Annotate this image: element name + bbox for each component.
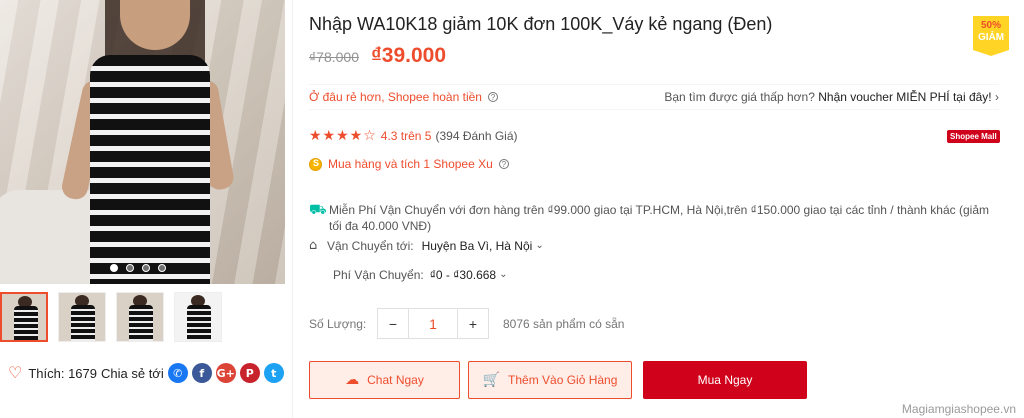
refund-text: Ở đâu rẻ hơn, Shopee hoàn tiền	[309, 90, 482, 104]
discount-percent: 50%	[980, 20, 1001, 31]
share-label: Chia sẻ tới	[101, 365, 164, 381]
social-bar: ♡ Thích: 1679 Chia sẻ tới ✆ f G+ P t	[0, 356, 290, 390]
like-button[interactable]: ♡ Thích: 1679	[0, 356, 97, 390]
rating-score: 4.3 trên 5	[380, 129, 432, 143]
product-title: Nhập WA10K18 giảm 10K đơn 100K_Váy kẻ ng…	[309, 14, 773, 34]
decrease-quantity-button[interactable]: −	[378, 309, 408, 338]
facebook-icon[interactable]: f	[191, 363, 212, 383]
carousel-dots	[110, 264, 166, 272]
chevron-right-icon: ›	[995, 90, 999, 104]
carousel-dot[interactable]	[158, 264, 166, 272]
heart-icon: ♡	[8, 365, 23, 382]
carousel-dot[interactable]	[126, 264, 134, 272]
sale-price: ₫39.000	[371, 44, 447, 67]
price-guarantee-row: Ở đâu rẻ hơn, Shopee hoàn tiền ? Bạn tìm…	[309, 84, 999, 110]
increase-quantity-button[interactable]: +	[458, 309, 488, 338]
location-icon: ⌂	[309, 238, 318, 253]
xu-reward-row: Mua hàng và tích 1 Shopee Xu ?	[309, 157, 509, 171]
site-watermark: Magiamgiashopee.vn	[901, 402, 1016, 416]
panel-divider	[292, 0, 293, 418]
thumbnail[interactable]	[116, 292, 164, 342]
refund-guarantee[interactable]: Ở đâu rẻ hơn, Shopee hoàn tiền ?	[309, 90, 498, 104]
add-to-cart-button[interactable]: 🛒 Thêm Vào Giỏ Hàng	[468, 361, 632, 399]
discount-label: GIẢM	[977, 32, 1005, 43]
voucher-link[interactable]: Bạn tìm được giá thấp hơn? Nhận voucher …	[664, 90, 999, 104]
quantity-input[interactable]: 1	[408, 309, 458, 338]
thumb-dress	[14, 306, 38, 340]
buy-now-label: Mua Ngay	[697, 373, 753, 387]
shopee-mall-badge: Shopee Mall	[947, 130, 1000, 143]
review-count: (394 Đánh Giá)	[435, 129, 518, 143]
cart-icon: 🛒	[482, 372, 501, 388]
shipping-fee-value[interactable]: ₫0 - ₫30.668	[430, 267, 496, 283]
carousel-dot[interactable]	[110, 264, 118, 272]
help-icon[interactable]: ?	[487, 92, 498, 102]
stock-count: 8076 sản phẩm có sẵn	[503, 316, 625, 331]
voucher-prefix: Bạn tìm được giá thấp hơn?	[664, 90, 815, 104]
photo-striped-dress	[90, 55, 210, 284]
shipping-fee-row: Phí Vận Chuyển: ₫0 - ₫30.668 ⌄	[309, 267, 999, 283]
thumb-dress	[129, 305, 153, 341]
buy-now-button[interactable]: Mua Ngay	[643, 361, 807, 399]
ship-to-row: ⌂ Vận Chuyển tới: Huyện Ba Vì, Hà Nội ⌄	[309, 238, 999, 254]
quantity-row: Số Lượng: − 1 + 8076 sản phẩm có sẵn	[309, 308, 624, 339]
rating-row[interactable]: ★★★★☆ 4.3 trên 5 (394 Đánh Giá)	[309, 128, 518, 144]
messenger-icon[interactable]: ✆	[167, 363, 188, 383]
like-count: Thích: 1679	[28, 365, 97, 381]
add-to-cart-label: Thêm Vào Giỏ Hàng	[508, 373, 618, 387]
pinterest-icon[interactable]: P	[239, 363, 260, 383]
twitter-icon[interactable]: t	[263, 363, 284, 383]
thumb-dress	[71, 305, 95, 341]
thumbnail[interactable]	[58, 292, 106, 342]
chat-icon: ☁	[345, 372, 360, 388]
chat-now-button[interactable]: ☁ Chat Ngay	[309, 361, 460, 399]
discount-badge: 50% GIẢM	[973, 16, 1009, 56]
shipping-fee-label: Phí Vận Chuyển:	[333, 268, 424, 282]
ship-to-label: Vận Chuyển tới:	[327, 239, 414, 253]
truck-icon: ⛟	[309, 202, 327, 218]
star-rating-icon: ★★★★☆	[309, 128, 377, 144]
voucher-link-text: Nhận voucher MIỄN PHÍ tại đây!	[818, 90, 992, 104]
ship-to-location[interactable]: Huyện Ba Vì, Hà Nội	[422, 238, 533, 254]
price-row: ₫78.000 ₫39.000	[309, 44, 446, 68]
google-plus-icon[interactable]: G+	[215, 363, 236, 383]
product-gallery: ♡ Thích: 1679 Chia sẻ tới ✆ f G+ P t	[0, 0, 290, 418]
free-shipping-row: ⛟ Miễn Phí Vận Chuyển với đơn hàng trên …	[309, 202, 999, 234]
carousel-dot[interactable]	[142, 264, 150, 272]
shopee-coin-icon	[309, 157, 322, 171]
chevron-down-icon[interactable]: ⌄	[499, 267, 507, 283]
shipping-section: ⛟ Miễn Phí Vận Chuyển với đơn hàng trên …	[309, 202, 999, 283]
action-buttons: ☁ Chat Ngay 🛒 Thêm Vào Giỏ Hàng Mua Ngay	[309, 361, 807, 399]
xu-text: Mua hàng và tích 1 Shopee Xu	[328, 157, 493, 171]
free-shipping-text: Miễn Phí Vận Chuyển với đơn hàng trên ₫9…	[329, 203, 989, 233]
original-price: ₫78.000	[309, 49, 360, 65]
thumb-dress	[187, 305, 211, 341]
main-product-photo[interactable]	[0, 0, 285, 284]
quantity-label: Số Lượng:	[309, 316, 367, 331]
quantity-stepper: − 1 +	[377, 308, 489, 339]
chat-now-label: Chat Ngay	[367, 373, 424, 387]
chevron-down-icon[interactable]: ⌄	[535, 238, 543, 254]
thumbnail-strip	[0, 292, 222, 342]
help-icon[interactable]: ?	[498, 159, 509, 169]
thumbnail[interactable]	[0, 292, 48, 342]
product-info-panel: Nhập WA10K18 giảm 10K đơn 100K_Váy kẻ ng…	[309, 0, 1009, 418]
thumbnail[interactable]	[174, 292, 222, 342]
